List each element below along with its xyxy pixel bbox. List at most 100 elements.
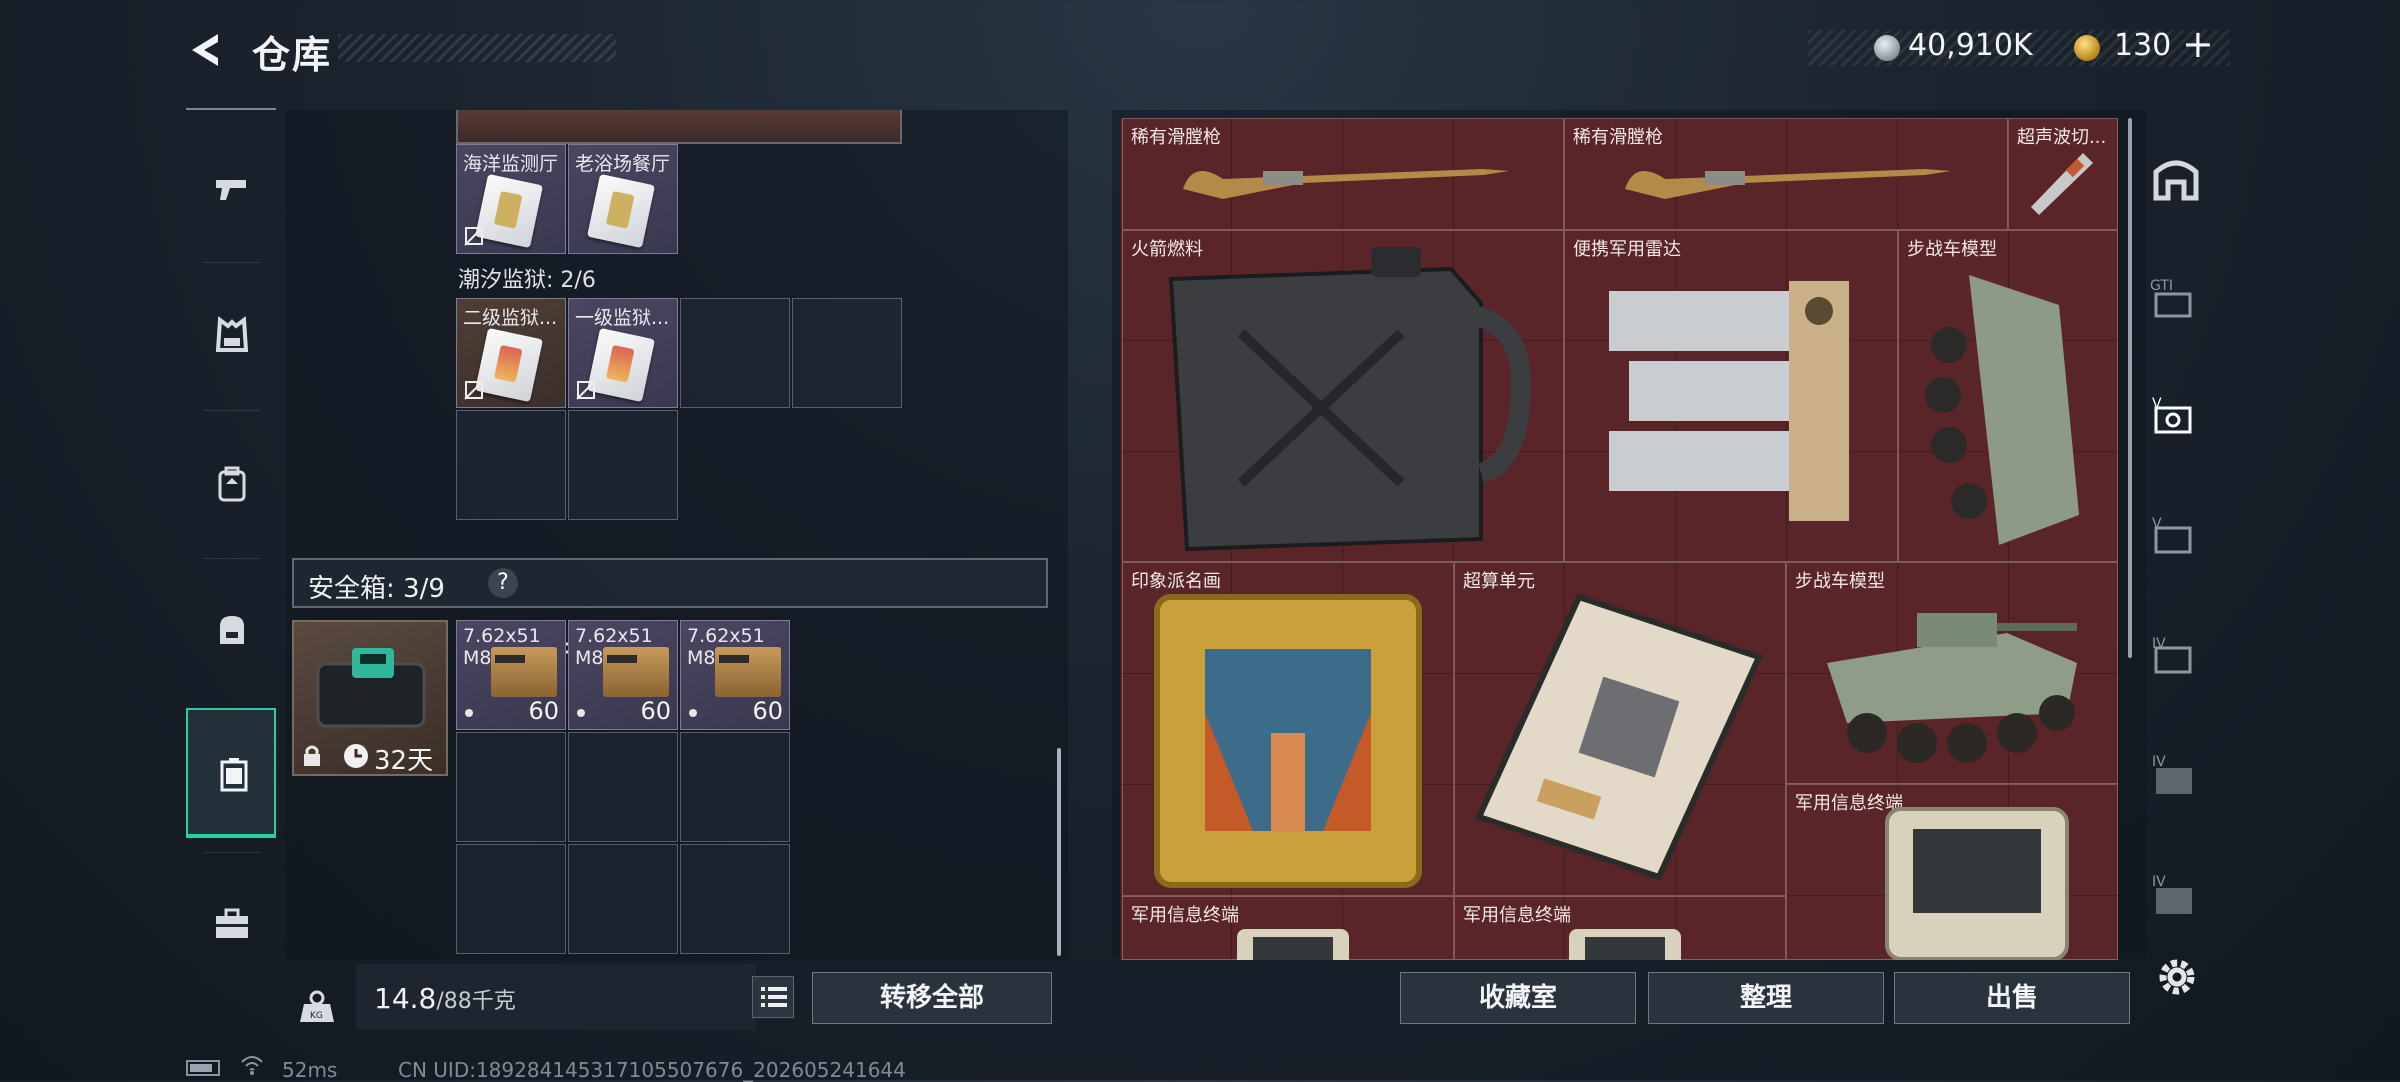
stash-item[interactable]: 超声波切... — [2008, 118, 2118, 230]
svg-text:IV: IV — [2152, 636, 2166, 652]
empty-slot[interactable] — [792, 298, 902, 408]
ammo-name: 7.62x51 — [687, 625, 765, 647]
category-backpack[interactable] — [186, 420, 276, 550]
keycard-icon — [474, 327, 544, 403]
back-icon[interactable] — [184, 28, 228, 72]
item-card-prison1[interactable]: 一级监狱... — [568, 298, 678, 408]
scrollbar[interactable] — [1057, 748, 1061, 956]
wifi-icon — [241, 1056, 263, 1075]
empty-slot[interactable] — [568, 732, 678, 842]
category-toolbox[interactable] — [186, 860, 276, 990]
stash-item[interactable]: 稀有滑膛枪 — [1564, 118, 2008, 230]
safebox-item[interactable]: 32天 — [292, 620, 582, 776]
svg-text:IV: IV — [2152, 874, 2166, 890]
weight-value: 14.8/88千克 — [374, 982, 516, 1015]
keycard-icon — [586, 173, 656, 249]
item-card-bath[interactable]: 老浴场餐厅 — [568, 144, 678, 254]
empty-slot[interactable] — [568, 410, 678, 520]
weight-current: 14.8 — [374, 982, 437, 1015]
gti-card-filter-icon[interactable]: GTI — [2148, 270, 2204, 326]
battery-icon — [186, 1060, 220, 1076]
item-label: 一级监狱... — [575, 307, 670, 329]
list-view-button[interactable] — [752, 976, 794, 1018]
empty-slot[interactable] — [568, 844, 678, 954]
title-decoration — [338, 34, 616, 62]
stash-item[interactable]: 步战车模型 — [1898, 230, 2118, 562]
item-card-prison2[interactable]: 二级监狱... — [456, 298, 566, 408]
ammo-dot — [465, 709, 473, 717]
empty-slot[interactable] — [456, 410, 566, 520]
iv-folder-filter-icon[interactable]: IV — [2148, 868, 2204, 924]
collection-room-button[interactable]: 收藏室 — [1400, 972, 1636, 1024]
iv-folder-filter-icon[interactable]: IV — [2148, 748, 2204, 804]
ammo-item[interactable]: 7.62x51 M80 60 — [680, 620, 790, 730]
ammo-name: 7.62x51 — [463, 625, 541, 647]
ammo-count: 60 — [528, 697, 559, 725]
scrollbar[interactable] — [2128, 118, 2132, 658]
iv-card-filter-icon[interactable]: IV — [2148, 628, 2204, 684]
ammo-count: 60 — [640, 697, 671, 725]
svg-text:KG: KG — [310, 1011, 323, 1021]
item-card-ocean[interactable]: 海洋监测厅 — [456, 144, 566, 254]
empty-slot[interactable] — [680, 732, 790, 842]
sort-button[interactable]: 整理 — [1648, 972, 1884, 1024]
stash-item[interactable]: 步战车模型 — [1786, 562, 2118, 784]
item-name: 步战车模型 — [1795, 571, 1885, 592]
help-button[interactable]: ? — [488, 568, 518, 598]
jerrycan-icon — [1168, 247, 1532, 552]
ultrasonic-cutter-icon — [2031, 153, 2093, 215]
bag-icon — [220, 616, 244, 644]
stash-item[interactable]: 印象派名画 — [1122, 562, 1454, 896]
weight-icon: KG — [300, 990, 334, 1022]
category-safebox[interactable] — [186, 708, 276, 838]
category-rig[interactable] — [186, 566, 276, 696]
stash-item[interactable]: 军用信息终端 — [1786, 784, 2118, 960]
item-label: 老浴场餐厅 — [575, 153, 671, 175]
empty-slot[interactable] — [680, 298, 790, 408]
clock-icon — [344, 744, 368, 768]
ammo-item[interactable]: 7.62x51 M80 60 — [456, 620, 566, 730]
house-filter-icon[interactable] — [2148, 150, 2204, 206]
sell-button[interactable]: 出售 — [1894, 972, 2130, 1024]
empty-slot[interactable] — [680, 844, 790, 954]
empty-slot[interactable] — [456, 732, 566, 842]
stash-item[interactable]: 军用信息终端 — [1454, 896, 1786, 960]
ifv-model-icon — [1827, 613, 2077, 763]
rail-separator — [204, 410, 260, 411]
ammo-dot — [689, 709, 697, 717]
ammo-box-icon — [491, 647, 557, 697]
gold-amount: 130 — [2114, 28, 2172, 63]
item-name: 便携军用雷达 — [1573, 239, 1681, 260]
stash-item[interactable]: 超算单元 — [1454, 562, 1786, 896]
unbound-icon — [464, 380, 484, 400]
musket-icon — [1183, 169, 1509, 199]
toolbox-icon — [216, 908, 248, 938]
v-card-filter-icon[interactable]: V — [2148, 508, 2204, 564]
musket-icon — [1625, 169, 1951, 199]
page-title: 仓库 — [252, 33, 333, 77]
category-weapons[interactable] — [186, 124, 276, 254]
item-name: 印象派名画 — [1131, 571, 1221, 592]
stash-item[interactable]: 稀有滑膛枪 — [1122, 118, 1564, 230]
grid-row-partial — [456, 110, 902, 144]
ammo-name: 7.62x51 — [575, 625, 653, 647]
settings-gear-icon[interactable] — [2152, 952, 2202, 1002]
stash-item[interactable]: 便携军用雷达 — [1564, 230, 1898, 562]
info-terminal-icon — [1885, 807, 2069, 960]
item-name: 超声波切... — [2017, 127, 2107, 148]
empty-slot[interactable] — [456, 844, 566, 954]
transfer-all-button[interactable]: 转移全部 — [812, 972, 1052, 1024]
safebox-icon — [220, 758, 248, 792]
unbound-icon — [464, 226, 484, 246]
lock-icon — [304, 745, 320, 766]
stash-item[interactable]: 火箭燃料 — [1122, 230, 1564, 562]
category-armor[interactable] — [186, 272, 276, 402]
ammo-item[interactable]: 7.62x51 M80 60 — [568, 620, 678, 730]
ammo-dot — [577, 709, 585, 717]
add-currency-button[interactable]: + — [2182, 22, 2214, 66]
v-card-filter-icon[interactable]: V — [2148, 388, 2204, 444]
item-name: 军用信息终端 — [1463, 905, 1571, 926]
stash-item[interactable]: 军用信息终端 — [1122, 896, 1454, 960]
info-terminal-icon — [1237, 929, 1349, 960]
rail-separator — [204, 852, 260, 853]
